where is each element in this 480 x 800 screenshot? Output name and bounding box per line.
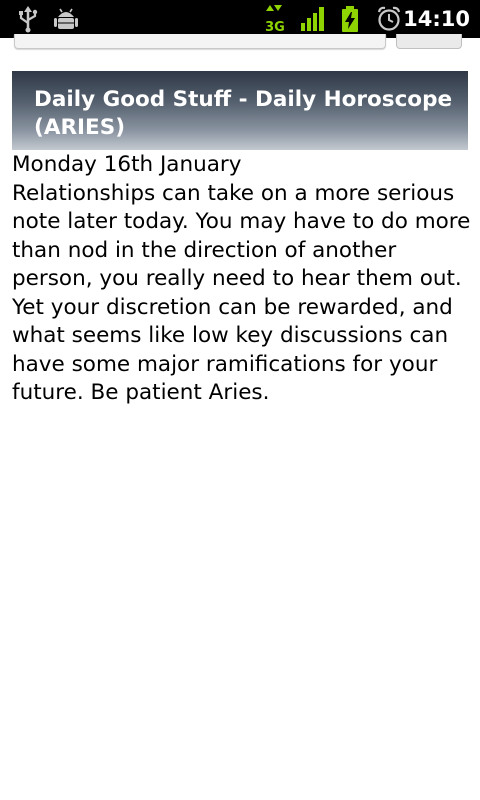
network-type-label: 3G: [265, 20, 285, 33]
browser-toolbar: [0, 34, 480, 60]
data-3g-icon: 3G: [264, 5, 286, 33]
battery-charging-icon: [340, 5, 360, 33]
android-debug-icon: [53, 5, 79, 33]
usb-icon: [16, 5, 40, 33]
alarm-icon: [376, 5, 402, 33]
status-bar: 3G 14:10: [0, 0, 480, 38]
horoscope-text: Relationships can take on a more serious…: [12, 180, 471, 406]
horoscope-header: Daily Good Stuff - Daily Horoscope (ARIE…: [12, 71, 468, 150]
url-field[interactable]: [14, 34, 386, 49]
horoscope-date: Monday 16th January: [12, 152, 242, 177]
status-clock: 14:10: [403, 7, 470, 31]
horoscope-content: Monday 16th January Relationships can ta…: [12, 151, 474, 408]
page-title: Daily Good Stuff - Daily Horoscope (ARIE…: [34, 87, 453, 140]
browser-action-button[interactable]: [396, 34, 462, 49]
signal-icon: [300, 5, 326, 33]
